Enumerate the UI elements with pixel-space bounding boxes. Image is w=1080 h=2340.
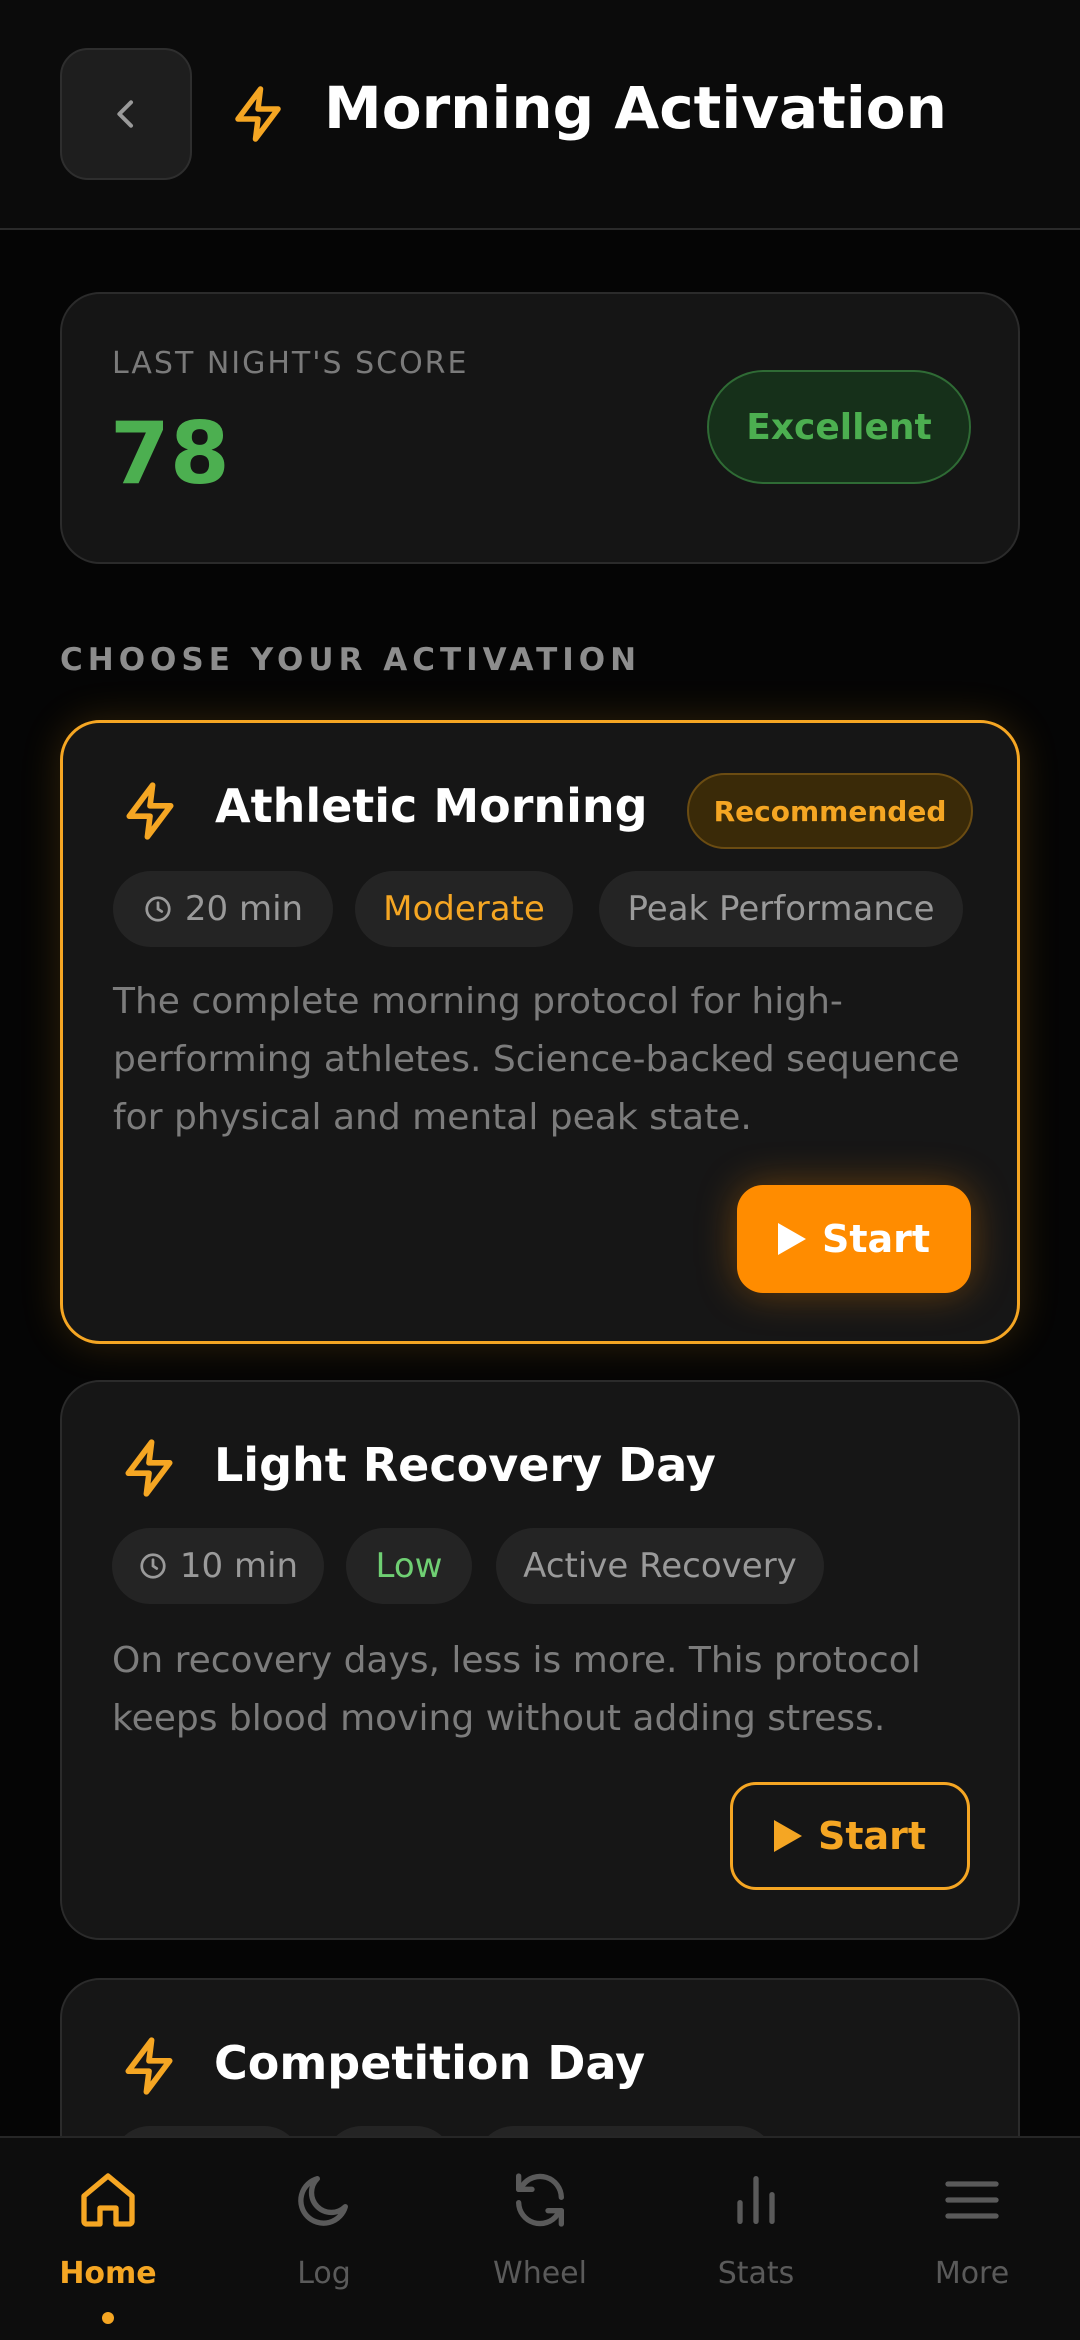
score-value: 78	[110, 404, 230, 504]
menu-icon	[945, 2181, 999, 2219]
nav-item-log[interactable]: Log	[216, 2138, 432, 2340]
lightning-icon	[125, 1439, 173, 1497]
score-status-badge: Excellent	[707, 370, 971, 484]
home-icon	[81, 2173, 135, 2227]
duration-text: 20 min	[184, 889, 304, 929]
activation-description: The complete morning protocol for high-p…	[113, 981, 960, 1138]
nav-item-stats[interactable]: Stats	[648, 2138, 864, 2340]
bottom-nav: Home Log Wheel Stats More	[0, 2136, 1080, 2340]
refresh-icon	[516, 2173, 564, 2227]
duration-chip: 10 min	[112, 1528, 324, 1604]
activation-card-light-recovery[interactable]: Light Recovery Day 10 min Low Active Rec…	[60, 1380, 1020, 1940]
start-label: Start	[817, 1814, 927, 1858]
play-icon	[777, 1223, 806, 1255]
section-title: CHOOSE YOUR ACTIVATION	[60, 642, 642, 678]
category-chip: Active Recovery	[496, 1528, 824, 1604]
clock-icon	[140, 1553, 166, 1579]
nav-label: Home	[59, 2256, 157, 2291]
bar-chart-icon	[737, 2176, 775, 2224]
activation-description: On recovery days, less is more. This pro…	[112, 1640, 921, 1739]
start-button[interactable]: Start	[730, 1782, 970, 1890]
intensity-chip: Moderate	[355, 871, 573, 947]
intensity-chip: Low	[346, 1528, 472, 1604]
activation-card-athletic-morning[interactable]: Athletic Morning Recommended 20 min Mode…	[60, 720, 1020, 1344]
moon-icon	[298, 2176, 348, 2226]
sleep-score-card: LAST NIGHT'S SCORE 78 Excellent	[60, 292, 1020, 564]
duration-chip: 20 min	[113, 871, 333, 947]
page-title: Morning Activation	[324, 74, 947, 142]
recommended-badge: Recommended	[687, 773, 973, 849]
start-button[interactable]: Start	[737, 1185, 971, 1293]
nav-item-more[interactable]: More	[864, 2138, 1080, 2340]
start-label: Start	[821, 1217, 931, 1261]
nav-label: Log	[297, 2256, 351, 2291]
activation-title: Athletic Morning	[215, 779, 648, 833]
header: Morning Activation	[0, 0, 1080, 230]
play-icon	[773, 1820, 802, 1852]
nav-label: More	[934, 2256, 1010, 2291]
category-chip: Peak Performance	[599, 871, 963, 947]
lightning-icon	[126, 782, 174, 840]
nav-label: Stats	[717, 2256, 795, 2291]
clock-icon	[145, 896, 171, 922]
score-label: LAST NIGHT'S SCORE	[112, 346, 469, 381]
nav-item-wheel[interactable]: Wheel	[432, 2138, 648, 2340]
lightning-icon	[235, 86, 281, 142]
chevron-left-icon	[117, 100, 133, 128]
nav-label: Wheel	[493, 2256, 587, 2291]
nav-item-home[interactable]: Home	[0, 2138, 216, 2340]
lightning-icon	[125, 2037, 173, 2095]
activation-title: Light Recovery Day	[214, 1438, 716, 1492]
active-indicator	[102, 2312, 114, 2324]
activation-title: Competition Day	[214, 2036, 646, 2090]
duration-text: 10 min	[179, 1546, 299, 1586]
back-button[interactable]	[60, 48, 192, 180]
